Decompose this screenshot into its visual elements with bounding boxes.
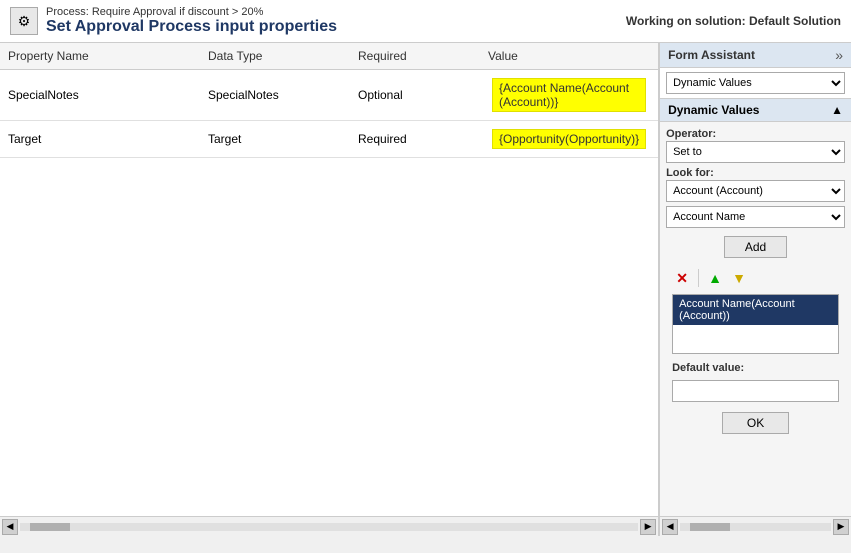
- lookfor-group: Look for: Account (Account) Account Name: [666, 167, 845, 228]
- top-bar: ⚙ Process: Require Approval if discount …: [0, 0, 851, 43]
- dynamic-values-row: Dynamic Values: [660, 68, 851, 99]
- scroll-right-arrow[interactable]: ▶: [640, 519, 656, 535]
- default-value-label: Default value:: [666, 358, 845, 376]
- left-panel: Property Name Data Type Required Value S…: [0, 43, 659, 536]
- down-icon[interactable]: ▼: [729, 268, 749, 288]
- right-bottom-scrollbar: ◀ ▶: [660, 516, 851, 536]
- form-assistant-header: Form Assistant »: [660, 43, 851, 68]
- cell-datatype-2: Target: [208, 132, 358, 146]
- cell-value-1[interactable]: {Account Name(Account (Account))}: [488, 76, 650, 114]
- main-container: Property Name Data Type Required Value S…: [0, 43, 851, 536]
- up-icon[interactable]: ▲: [705, 268, 725, 288]
- cell-property-2: Target: [8, 132, 208, 146]
- right-scroll-right[interactable]: ▶: [833, 519, 849, 535]
- col-required: Required: [358, 49, 488, 63]
- dynamic-values-select[interactable]: Dynamic Values: [666, 72, 845, 94]
- cell-property-1: SpecialNotes: [8, 88, 208, 102]
- expand-icon[interactable]: »: [835, 47, 843, 63]
- right-scroll-thumb: [690, 523, 730, 531]
- col-value: Value: [488, 49, 650, 63]
- add-button[interactable]: Add: [724, 236, 787, 258]
- value-highlight-2[interactable]: {Opportunity(Opportunity)}: [492, 129, 646, 149]
- cell-datatype-1: SpecialNotes: [208, 88, 358, 102]
- cell-required-2: Required: [358, 132, 488, 146]
- process-icon: ⚙: [10, 7, 38, 35]
- table-header: Property Name Data Type Required Value: [0, 43, 658, 70]
- action-bar: ✕ ▲ ▼: [666, 266, 845, 290]
- cell-value-2[interactable]: {Opportunity(Opportunity)}: [488, 127, 650, 151]
- table-row: SpecialNotes SpecialNotes Optional {Acco…: [0, 70, 658, 121]
- cell-required-1: Optional: [358, 88, 488, 102]
- scroll-thumb: [30, 523, 70, 531]
- dynamic-values-section-title: Dynamic Values: [668, 103, 759, 117]
- operator-select[interactable]: Set to: [666, 141, 845, 163]
- panel-content: Operator: Set to Look for: Account (Acco…: [660, 122, 851, 516]
- operator-label: Operator:: [666, 128, 845, 140]
- value-highlight-1[interactable]: {Account Name(Account (Account))}: [492, 78, 646, 112]
- title-group: Process: Require Approval if discount > …: [46, 6, 337, 36]
- solution-label: Working on solution: Default Solution: [626, 14, 841, 28]
- value-list-item[interactable]: Account Name(Account (Account)): [673, 295, 838, 325]
- form-assistant-title: Form Assistant: [668, 48, 755, 62]
- right-scroll-left[interactable]: ◀: [662, 519, 678, 535]
- scroll-track[interactable]: [20, 523, 638, 531]
- table-row: Target Target Required {Opportunity(Oppo…: [0, 121, 658, 158]
- bottom-scrollbar: ◀ ▶: [0, 516, 658, 536]
- ok-button[interactable]: OK: [722, 412, 789, 434]
- scroll-left-arrow[interactable]: ◀: [2, 519, 18, 535]
- collapse-icon[interactable]: ▲: [831, 103, 843, 117]
- col-property-name: Property Name: [8, 49, 208, 63]
- delete-icon[interactable]: ✕: [672, 268, 692, 288]
- col-data-type: Data Type: [208, 49, 358, 63]
- lookfor-label: Look for:: [666, 167, 845, 179]
- operator-group: Operator: Set to: [666, 128, 845, 163]
- top-bar-left: ⚙ Process: Require Approval if discount …: [10, 6, 337, 36]
- dynamic-values-section: Dynamic Values ▲: [660, 99, 851, 122]
- right-panel: Form Assistant » Dynamic Values Dynamic …: [659, 43, 851, 536]
- lookfor-select[interactable]: Account (Account): [666, 180, 845, 202]
- page-title: Set Approval Process input properties: [46, 18, 337, 36]
- field-select[interactable]: Account Name: [666, 206, 845, 228]
- default-value-input[interactable]: [672, 380, 839, 402]
- right-scroll-track[interactable]: [680, 523, 831, 531]
- value-list: Account Name(Account (Account)): [672, 294, 839, 354]
- process-title: Process: Require Approval if discount > …: [46, 6, 337, 18]
- separator: [698, 269, 699, 287]
- table-body: SpecialNotes SpecialNotes Optional {Acco…: [0, 70, 658, 516]
